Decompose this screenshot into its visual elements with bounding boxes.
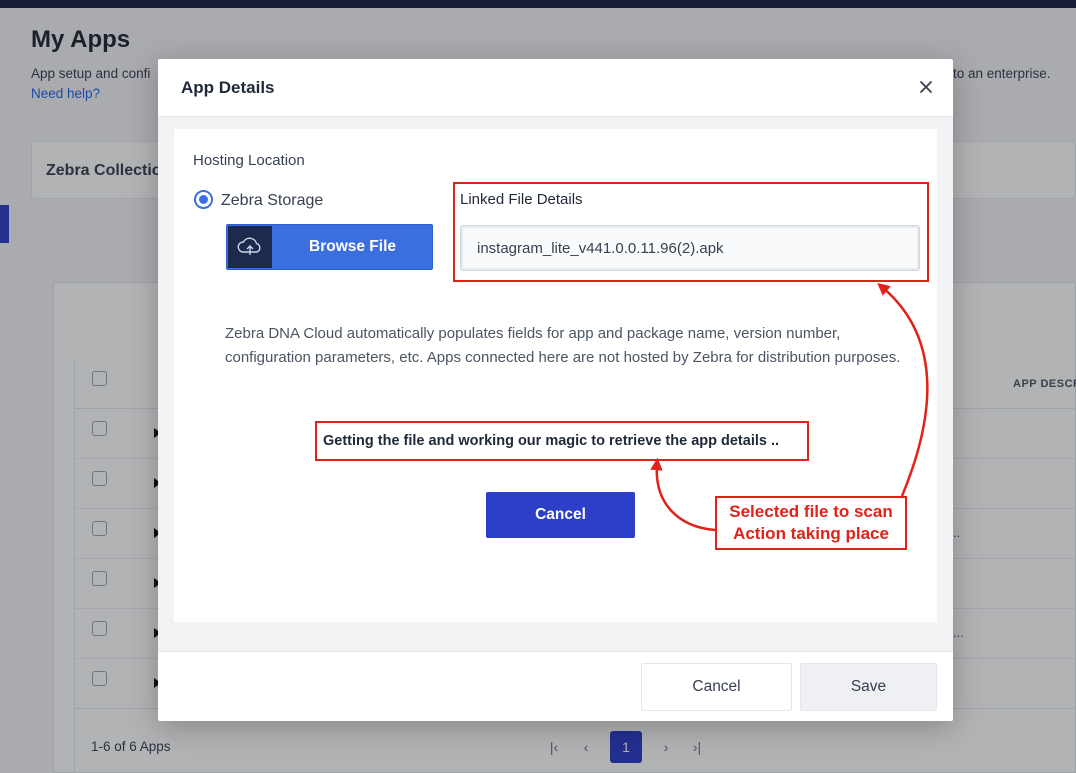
zebra-storage-radio[interactable] [194,190,213,209]
annotation-callout: Selected file to scan Action taking plac… [715,496,907,550]
app-details-dialog: App Details Hosting Location Zebra Stora… [158,59,953,721]
linked-file-input[interactable] [460,225,920,271]
status-highlight: Getting the file and working our magic t… [315,421,809,461]
close-icon[interactable] [915,76,937,98]
footer-save-button[interactable]: Save [800,663,937,711]
info-description: Zebra DNA Cloud automatically populates … [225,325,901,366]
arrow-to-status [650,457,716,532]
cloud-upload-icon [228,226,272,268]
hosting-location-label: Hosting Location [193,152,305,169]
browse-file-label: Browse File [309,238,396,255]
status-message: Getting the file and working our magic t… [323,433,780,449]
annotation-line-2: Action taking place [733,524,889,543]
dialog-title: App Details [181,78,275,97]
linked-file-highlight: Linked File Details [453,182,929,282]
linked-file-label: Linked File Details [460,191,583,208]
cancel-scan-button[interactable]: Cancel [486,492,635,538]
dialog-body: Hosting Location Zebra Storage Browse Fi… [158,116,953,652]
browse-file-button[interactable]: Browse File [226,224,433,270]
zebra-storage-label[interactable]: Zebra Storage [221,192,323,210]
annotation-line-1: Selected file to scan [729,502,893,521]
hosting-panel: Hosting Location Zebra Storage Browse Fi… [174,129,937,622]
arrow-to-linked-file [877,282,929,497]
footer-cancel-button[interactable]: Cancel [641,663,792,711]
